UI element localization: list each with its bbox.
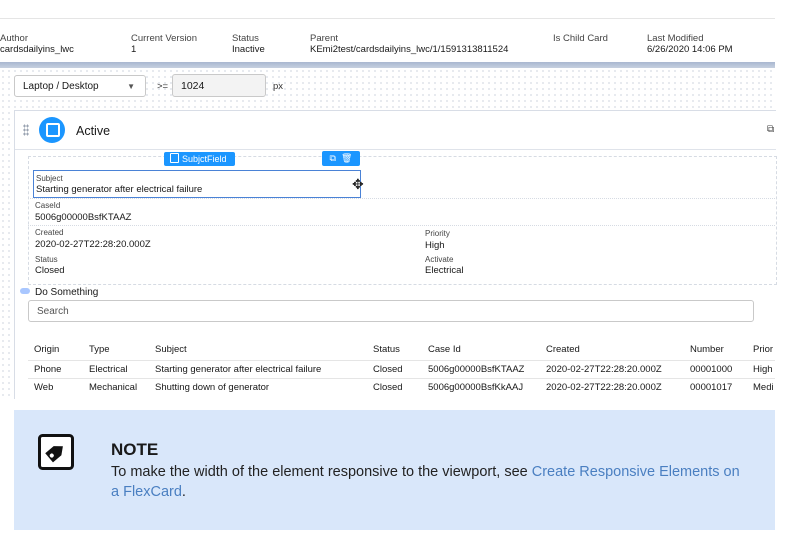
meta-value: Inactive	[232, 44, 265, 55]
table-cell: Closed	[373, 364, 403, 375]
meta-value: 1	[131, 44, 137, 55]
table-cell: Web	[34, 382, 54, 393]
clone-icon[interactable]: ⧉	[330, 153, 336, 163]
meta-parent: Parent KEmi2test/cardsdailyins_lwc/1/159…	[310, 33, 508, 55]
table-cell: 5006g00000BsfKTAAZ	[428, 364, 525, 375]
unit-label: px	[273, 81, 284, 92]
meta-label: Current Version	[131, 33, 198, 44]
table-header-cell: Origin	[34, 344, 60, 355]
drag-handle-icon[interactable]	[23, 124, 29, 136]
state-header: Active ⧉	[15, 111, 776, 150]
meta-author: Author cardsdailyins_lwc	[0, 33, 74, 55]
state-title: Active	[76, 124, 111, 138]
row-divider	[28, 225, 775, 226]
table-cell: 00001000	[690, 364, 733, 375]
meta-label: Last Modified	[647, 33, 704, 44]
search-input[interactable]: Search	[28, 300, 754, 322]
copy-icon[interactable]: ⧉	[767, 124, 774, 135]
table-header-cell: Number	[690, 344, 724, 355]
note-title: NOTE	[111, 440, 159, 459]
note-text: To make the width of the element respons…	[111, 462, 751, 502]
note-tag-icon	[38, 434, 74, 470]
field-name-tag[interactable]: SubjctField	[164, 152, 235, 166]
row-divider	[28, 360, 775, 361]
viewport-width-input[interactable]: 1024	[172, 74, 266, 97]
card-header-meta: Author cardsdailyins_lwc Current Version…	[0, 18, 775, 63]
meta-current-version: Current Version 1	[131, 33, 197, 55]
table-cell: High	[753, 364, 773, 375]
table-header-cell: Created	[546, 344, 580, 355]
activate-value: Electrical	[425, 265, 464, 276]
meta-value: cardsdailyins_lwc	[0, 44, 74, 55]
state-icon	[39, 117, 65, 143]
priority-label: Priority	[425, 229, 450, 238]
table-header-cell: Type	[89, 344, 110, 355]
operator-label: >=	[157, 81, 169, 92]
table-cell: 00001017	[690, 382, 733, 393]
move-icon[interactable]: ✥	[352, 177, 364, 191]
viewport-select[interactable]: Laptop / Desktop ▼	[14, 75, 146, 97]
table-cell: 2020-02-27T22:28:20.000Z	[546, 364, 662, 375]
subject-label: Subject	[36, 174, 63, 183]
table-cell: Closed	[373, 382, 403, 393]
meta-is-child-card: Is Child Card	[553, 33, 608, 44]
viewport-select-value: Laptop / Desktop	[23, 81, 99, 92]
table-cell: Phone	[34, 364, 62, 375]
row-divider	[28, 378, 775, 379]
caseid-label: CaseId	[35, 201, 61, 210]
created-value: 2020-02-27T22:28:20.000Z	[35, 239, 151, 250]
meta-label: Status	[232, 33, 259, 44]
delete-icon[interactable]: 🗑	[341, 153, 352, 163]
status-label: Status	[35, 255, 58, 264]
meta-status: Status Inactive	[232, 33, 265, 55]
priority-value: High	[425, 240, 445, 251]
field-name-label: SubjctField	[182, 154, 227, 164]
meta-label: Author	[0, 33, 28, 44]
meta-label: Parent	[310, 33, 338, 44]
table-header-cell: Status	[373, 344, 400, 355]
caseid-value: 5006g00000BsfKTAAZ	[35, 212, 132, 223]
table-cell: Medi	[753, 382, 774, 393]
subject-value: Starting generator after electrical fail…	[36, 184, 203, 195]
created-label: Created	[35, 228, 64, 237]
table-cell: Electrical	[89, 364, 128, 375]
table-header-cell: Case Id	[428, 344, 461, 355]
table-cell: Shutting down of generator	[155, 382, 270, 393]
chevron-down-icon: ▼	[127, 82, 135, 91]
status-value: Closed	[35, 265, 65, 276]
table-cell: 2020-02-27T22:28:20.000Z	[546, 382, 662, 393]
note-callout: NOTE To make the width of the element re…	[14, 410, 775, 530]
table-header-cell: Subject	[155, 344, 187, 355]
meta-last-modified: Last Modified 6/26/2020 14:06 PM	[647, 33, 733, 55]
table-cell: Starting generator after electrical fail…	[155, 364, 322, 375]
meta-value[interactable]: KEmi2test/cardsdailyins_lwc/1/1591313811…	[310, 44, 508, 55]
table-cell: Mechanical	[89, 382, 138, 393]
action-icon	[20, 288, 30, 294]
table-cell: 5006g00000BsfKkAAJ	[428, 382, 524, 393]
row-divider	[28, 198, 775, 199]
note-text-after: .	[181, 484, 186, 500]
table-header-cell: Prior	[753, 344, 774, 355]
meta-value: 6/26/2020 14:06 PM	[647, 44, 733, 55]
field-icon	[170, 153, 179, 163]
activate-label: Activate	[425, 255, 454, 264]
note-text-before: To make the width of the element respons…	[111, 464, 532, 480]
field-actions: ⧉ 🗑	[322, 151, 360, 166]
do-something-action[interactable]: Do Something	[20, 287, 98, 298]
meta-label: Is Child Card	[553, 33, 608, 44]
action-label: Do Something	[35, 287, 99, 298]
